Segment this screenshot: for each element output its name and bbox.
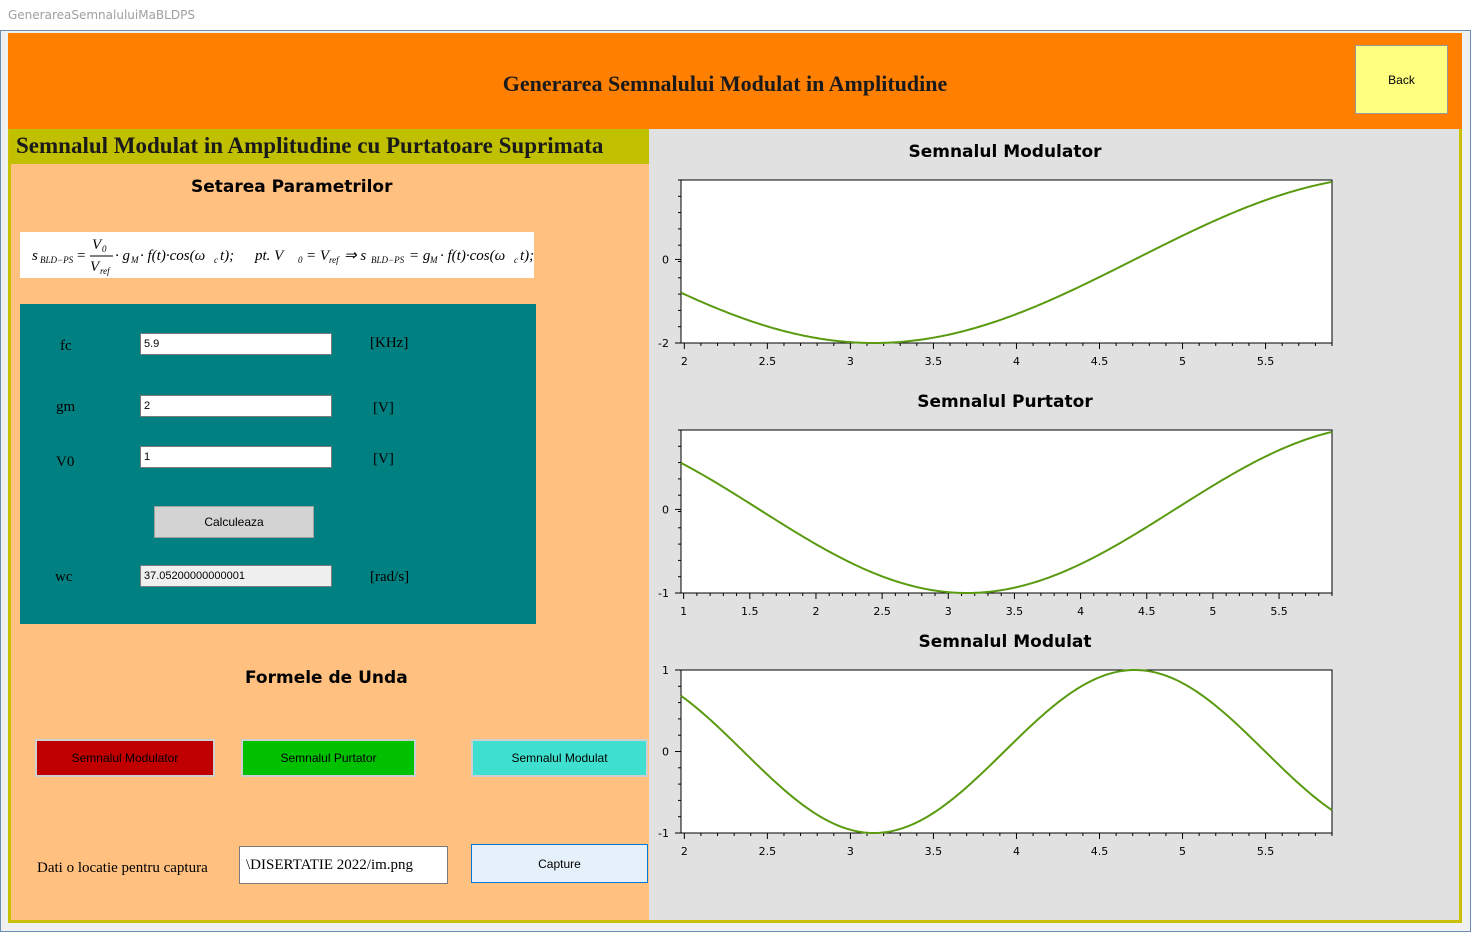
x-tick-label: 2.5 (759, 355, 777, 368)
x-tick-label: 5.5 (1270, 605, 1288, 618)
x-tick-label: 3.5 (925, 355, 943, 368)
fc-input[interactable] (140, 333, 332, 355)
back-button[interactable]: Back (1355, 45, 1448, 114)
formula-pt-sub: 0 (298, 255, 303, 265)
y-tick-label: 0 (662, 503, 669, 516)
capture-label: Dati o locatie pentru captura (37, 860, 208, 876)
formula-s1-sub: BLD−PS (40, 255, 74, 265)
x-tick-label: 5.5 (1257, 355, 1275, 368)
wc-output (140, 565, 332, 587)
formula-eq2: = V (306, 248, 331, 264)
x-tick-label: 1 (680, 605, 687, 618)
formula-pt: pt. V (254, 248, 285, 264)
x-tick-label: 4.5 (1091, 355, 1109, 368)
waves-section-title: Formele de Unda (245, 668, 408, 688)
chart-title-modulator: Semnalul Modulator (908, 142, 1102, 162)
fc-label: fc (60, 338, 72, 354)
modulator-button[interactable]: Semnalul Modulator (35, 739, 215, 777)
x-tick-label: 5 (1179, 845, 1186, 858)
formula-den-sub: ref (100, 266, 111, 276)
y-tick-label: -2 (658, 337, 669, 350)
header-bar: Generarea Semnalului Modulat in Amplitud… (8, 33, 1462, 129)
formula-ref-sub: ref (329, 255, 340, 265)
gm-unit: [V] (373, 400, 394, 416)
gm-input[interactable] (140, 395, 332, 417)
x-tick-label: 2.5 (759, 845, 777, 858)
x-tick-label: 4.5 (1091, 845, 1109, 858)
fc-unit: [KHz] (370, 335, 409, 351)
x-tick-label: 1.5 (741, 605, 759, 618)
v0-unit: [V] (373, 451, 394, 467)
y-tick-label: 0 (662, 253, 669, 266)
capture-path-input[interactable] (239, 846, 448, 884)
left-border-line (8, 129, 11, 922)
x-tick-label: 3 (945, 605, 952, 618)
chart-title-modulat: Semnalul Modulat (918, 632, 1092, 652)
x-tick-label: 2 (681, 355, 688, 368)
y-tick-label: 0 (662, 746, 669, 759)
x-tick-label: 5.5 (1257, 845, 1275, 858)
gm-label: gm (56, 399, 76, 415)
bottom-border-line (8, 920, 1462, 923)
subheader-title: Semnalul Modulat in Amplitudine cu Purta… (16, 133, 604, 158)
section-subheader: Semnalul Modulat in Amplitudine cu Purta… (8, 129, 649, 164)
page-title: Generarea Semnalului Modulat in Amplitud… (502, 71, 948, 96)
chart-title-purtator: Semnalul Purtator (917, 392, 1093, 412)
formula-s1: s (32, 248, 38, 264)
window-titlebar: GenerareaSemnaluluiMaBLDPS (0, 0, 1471, 31)
plot-area (680, 669, 1333, 834)
formula-final2: · f(t)·cos(ω (440, 248, 505, 264)
formula-arrow: ⇒ s (344, 248, 366, 264)
modulat-button[interactable]: Semnalul Modulat (471, 739, 648, 777)
wc-unit: [rad/s] (370, 569, 410, 585)
x-tick-label: 4 (1077, 605, 1084, 618)
formula-final-sub: M (429, 255, 438, 265)
x-tick-label: 5 (1209, 605, 1216, 618)
formula-final: = g (409, 248, 431, 264)
chart-purtator: -1 0 1 1.5 2 2.5 3 3.5 4 4.5 5 5.5 (658, 429, 1333, 618)
x-tick-label: 3 (847, 355, 854, 368)
formula-gm-sub: M (130, 255, 139, 265)
v0-input[interactable] (140, 446, 332, 468)
x-tick-label: 2 (681, 845, 688, 858)
purtator-button[interactable]: Semnalul Purtator (241, 739, 416, 777)
wc-label: wc (55, 569, 73, 585)
formula-ft: · f(t)·cos(ω (140, 248, 205, 264)
chart-modulat: -1 0 1 2 2.5 3 3.5 4 4.5 5 5.5 (658, 664, 1333, 858)
formula-svg: s BLD−PS = V 0 V ref · g M · f(t)·cos(ω … (32, 237, 534, 276)
x-tick-label: 4 (1013, 355, 1020, 368)
right-border-line (1459, 129, 1462, 922)
formula-final3: t); (520, 248, 534, 264)
y-tick-label: -1 (658, 587, 669, 600)
x-tick-label: 3.5 (925, 845, 943, 858)
y-tick-label: -1 (658, 827, 669, 840)
chart-modulator: -2 0 2 2.5 3 3.5 4 4.5 5 5.5 (658, 179, 1333, 368)
window-title: GenerareaSemnaluluiMaBLDPS (8, 8, 195, 22)
plot-area (680, 429, 1333, 594)
x-tick-label: 2.5 (873, 605, 891, 618)
params-section-title: Setarea Parametrilor (191, 177, 393, 197)
x-tick-label: 3 (847, 845, 854, 858)
x-tick-label: 4.5 (1138, 605, 1156, 618)
x-tick-label: 5 (1179, 355, 1186, 368)
x-tick-label: 2 (812, 605, 819, 618)
formula-eq: = (77, 248, 85, 264)
formula-arrow-sub: BLD−PS (371, 255, 405, 265)
formula-gm: · g (115, 248, 131, 264)
x-tick-label: 3.5 (1006, 605, 1024, 618)
formula-final-c: c (514, 255, 518, 265)
calculate-button[interactable]: Calculeaza (154, 506, 314, 538)
formula-c-sub: c (214, 255, 218, 265)
x-tick-label: 4 (1013, 845, 1020, 858)
y-tick-label: 1 (662, 664, 669, 677)
formula-num-sub: 0 (102, 244, 107, 254)
formula-t: t); (220, 248, 234, 264)
formula-image: s BLD−PS = V 0 V ref · g M · f(t)·cos(ω … (20, 232, 534, 278)
capture-button[interactable]: Capture (471, 844, 648, 883)
v0-label: V0 (56, 454, 75, 470)
